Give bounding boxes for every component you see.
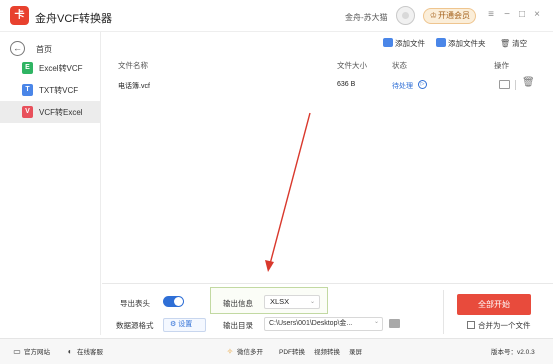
output-format-value: XLSX — [270, 297, 290, 306]
merge-checkbox[interactable]: 合并为一个文件 — [467, 320, 531, 331]
data-source-label: 数据源格式 — [116, 321, 154, 330]
user-name[interactable]: 金舟-苏大猫 — [345, 12, 388, 23]
excel-icon: E — [22, 62, 33, 74]
trash-icon: 🗑 — [500, 39, 511, 48]
close-icon[interactable]: × — [531, 8, 543, 22]
txt-icon: T — [22, 84, 33, 96]
back-arrow-icon: ← — [10, 41, 25, 56]
chevron-down-icon: ⌄ — [309, 299, 315, 305]
video-convert-link[interactable]: 视频转换 — [314, 346, 340, 356]
sidebar-item-txt-to-vcf[interactable]: T TXT转VCF — [0, 79, 100, 101]
sidebar: ← 首页 E Excel转VCF T TXT转VCF V VCF转Excel — [0, 32, 101, 335]
website-label: 官方网站 — [24, 349, 50, 356]
support-link[interactable]: ◐ 在线客服 — [65, 346, 103, 356]
divider — [443, 290, 444, 334]
divider — [515, 80, 516, 90]
output-dir-label: 输出目录 — [223, 321, 253, 330]
delete-icon[interactable]: 🗑 — [522, 77, 535, 88]
file-status: 待处理 — [392, 83, 413, 90]
table-row[interactable]: 电话簿.vcf 636 B 待处理 — [102, 76, 552, 94]
version-label: 版本号：v2.0.3 — [491, 349, 535, 356]
title-bar: 卡 金舟VCF转换器 金舟-苏大猫 ♔开通会员 ≡ − □ × — [0, 0, 553, 32]
open-folder-icon[interactable] — [499, 80, 510, 89]
add-file-button[interactable]: 添加文件 — [383, 38, 425, 50]
headset-icon: ◐ — [67, 347, 73, 356]
crown-icon: ♔ — [429, 11, 438, 20]
arrow-head — [265, 260, 274, 272]
sidebar-item-label: Excel转VCF — [39, 64, 83, 73]
minimize-icon[interactable]: − — [501, 8, 513, 22]
sidebar-item-excel-to-vcf[interactable]: E Excel转VCF — [0, 57, 100, 79]
gear-icon: ⚙ — [170, 321, 177, 328]
export-header-label: 导出表头 — [120, 299, 150, 308]
add-file-icon — [383, 38, 393, 47]
output-dir-select[interactable]: C:\Users\001\Desktop\金... — [264, 317, 383, 331]
monitor-icon: ▭ — [13, 347, 21, 356]
pdf-convert-link[interactable]: PDF转换 — [279, 346, 305, 356]
column-size: 文件大小 — [337, 61, 367, 70]
add-folder-button[interactable]: 添加文件夹 — [436, 38, 486, 50]
clear-label: 清空 — [512, 39, 528, 48]
merge-label: 合并为一个文件 — [478, 321, 531, 330]
app-title: 金舟VCF转换器 — [35, 13, 112, 25]
sidebar-item-label: VCF转Excel — [39, 108, 83, 117]
settings-button[interactable]: ⚙ 设置 — [163, 318, 206, 332]
sparkle-icon: ✧ — [226, 347, 234, 356]
vip-label: 开通会员 — [438, 11, 470, 20]
multi-open-link[interactable]: ✧ 微信多开 — [225, 346, 263, 356]
vcf-icon: V — [22, 106, 33, 118]
app-logo-icon: 卡 — [10, 6, 29, 25]
clear-button[interactable]: 🗑 清空 — [500, 38, 527, 50]
add-folder-label: 添加文件夹 — [448, 39, 486, 48]
multi-open-label: 微信多开 — [237, 349, 263, 356]
output-info-label: 输出信息 — [223, 299, 253, 308]
play-icon[interactable]: ▷ — [418, 80, 427, 89]
menu-icon[interactable]: ≡ — [485, 8, 497, 22]
output-format-select[interactable]: XLSX ⌄ — [264, 295, 320, 309]
file-name: 电话簿.vcf — [118, 83, 150, 90]
website-link[interactable]: ▭ 官方网站 — [12, 346, 50, 356]
column-action: 操作 — [494, 61, 509, 70]
support-label: 在线客服 — [77, 349, 103, 356]
add-folder-icon — [436, 38, 446, 47]
column-status: 状态 — [392, 61, 407, 70]
checkbox-icon — [467, 321, 475, 329]
maximize-icon[interactable]: □ — [516, 8, 528, 22]
avatar[interactable] — [396, 6, 415, 25]
file-size: 636 B — [337, 81, 356, 88]
chevron-down-icon[interactable]: ⌄ — [374, 318, 379, 325]
status-bar: ▭ 官方网站 ◐ 在线客服 ✧ 微信多开 PDF转换 视频转换 录屏 版本号：v2.0… — [0, 338, 553, 364]
table-header: 文件名称 文件大小 状态 操作 — [102, 57, 552, 74]
folder-icon[interactable] — [389, 319, 400, 328]
sidebar-item-vcf-to-excel[interactable]: V VCF转Excel — [0, 101, 100, 123]
settings-label: 设置 — [178, 321, 193, 328]
sidebar-item-label: TXT转VCF — [39, 86, 79, 95]
record-link[interactable]: 录屏 — [349, 346, 362, 356]
home-label: 首页 — [36, 45, 52, 54]
start-all-button[interactable]: 全部开始 — [457, 294, 531, 315]
arrow-shaft — [269, 112, 311, 265]
export-header-toggle[interactable] — [163, 296, 184, 307]
column-name: 文件名称 — [118, 61, 148, 70]
output-dir-value: C:\Users\001\Desktop\金... — [269, 320, 353, 327]
add-file-label: 添加文件 — [395, 39, 425, 48]
vip-button[interactable]: ♔开通会员 — [423, 8, 476, 24]
